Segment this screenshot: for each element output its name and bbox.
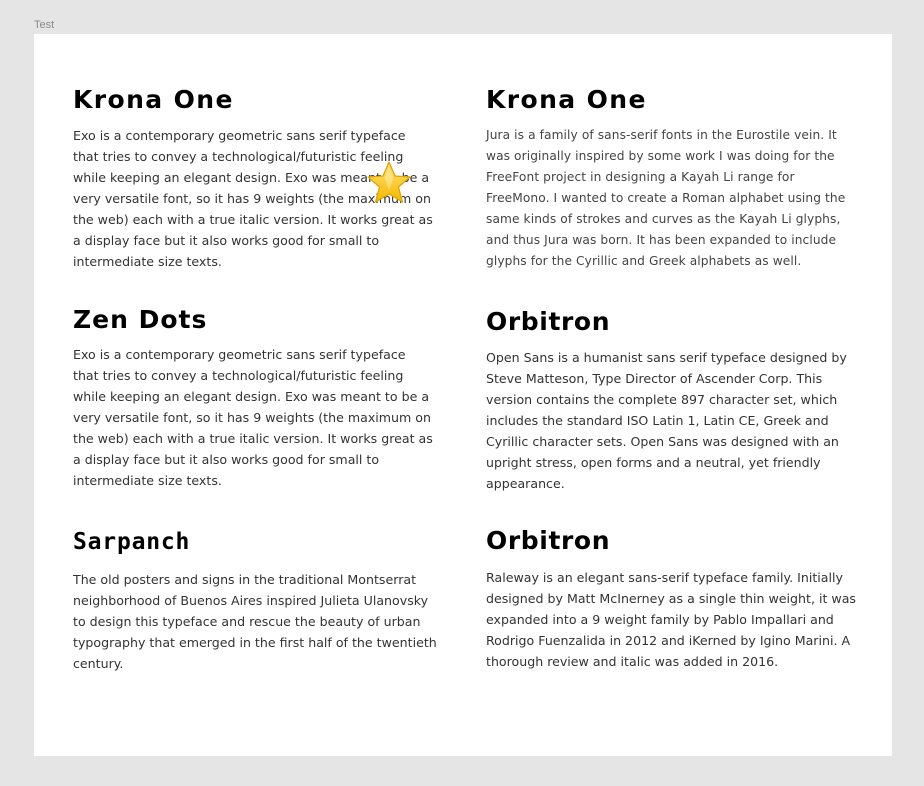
font-card-body: Raleway is an elegant sans-serif typefac… [486, 570, 856, 669]
font-card-body: The old posters and signs in the traditi… [73, 572, 437, 671]
font-card-sarpanch[interactable]: Sarpanch The old posters and signs in th… [73, 531, 438, 674]
font-card-title: Orbitron [486, 307, 611, 336]
font-card-title: Krona One [486, 85, 647, 114]
font-card-orbitron-open-sans[interactable]: Orbitron Open Sans is a humanist sans se… [486, 309, 856, 494]
artboard-frame[interactable]: Krona One Exo is a contemporary geometri… [34, 34, 892, 756]
font-card-body: Jura is a family of sans-serif fonts in … [486, 128, 846, 268]
font-card-title: Sarpanch [73, 529, 191, 555]
font-card-title: Zen Dots [73, 305, 208, 334]
font-card-title: Krona One [73, 85, 234, 114]
font-card-body: Exo is a contemporary geometric sans ser… [73, 347, 433, 488]
font-card-body: Open Sans is a humanist sans serif typef… [486, 350, 847, 491]
frame-label[interactable]: Test [34, 19, 54, 31]
font-card-zen-dots[interactable]: Zen Dots Exo is a contemporary geometric… [73, 307, 433, 491]
star-icon[interactable] [365, 159, 413, 207]
font-card-krona-one-jura[interactable]: Krona One Jura is a family of sans-serif… [486, 87, 856, 272]
font-card-orbitron-raleway[interactable]: Orbitron Raleway is an elegant sans-seri… [486, 528, 856, 672]
font-card-title: Orbitron [486, 526, 611, 555]
